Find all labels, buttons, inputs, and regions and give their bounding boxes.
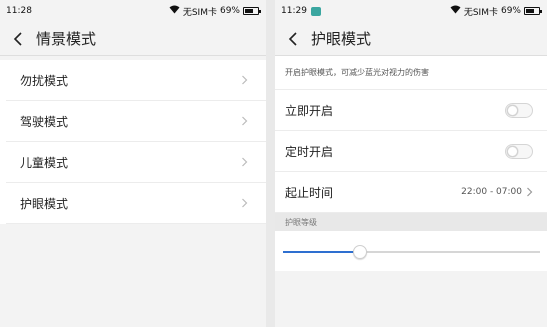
right-screen: 11:29 无SIM卡 69% 护眼模式 开启护眼模式，可减少蓝光对视力的伤害 …	[275, 0, 547, 327]
toggle-knob	[507, 145, 518, 157]
header: 情景模式	[0, 22, 266, 56]
menu-item-label: 勿扰模式	[20, 73, 69, 88]
wifi-icon	[169, 5, 180, 17]
eye-level-slider[interactable]	[275, 231, 547, 271]
setting-scheduled[interactable]: 定时开启	[275, 131, 547, 172]
menu-item-label: 儿童模式	[20, 155, 69, 170]
back-arrow-icon	[13, 31, 22, 46]
slider-track[interactable]	[283, 245, 540, 259]
back-button[interactable]	[275, 22, 311, 56]
status-bar: 11:28 无SIM卡 69%	[0, 0, 266, 22]
chevron-right-icon	[241, 157, 248, 167]
header: 护眼模式	[275, 22, 547, 56]
back-arrow-icon	[288, 31, 297, 46]
battery-fill	[526, 9, 535, 13]
menu-item-eye-care-mode[interactable]: 护眼模式	[6, 183, 266, 224]
enable-now-toggle[interactable]	[505, 102, 533, 118]
battery-fill	[245, 9, 254, 13]
toggle-knob	[507, 104, 518, 116]
time-range-text: 22:00 - 07:00	[461, 187, 522, 197]
time-range-value: 22:00 - 07:00	[461, 187, 533, 197]
setting-label: 立即开启	[285, 103, 334, 118]
eye-level-section-header: 护眼等级	[275, 213, 547, 231]
battery-percent: 69%	[500, 6, 521, 16]
wifi-icon	[450, 5, 461, 17]
setting-label: 定时开启	[285, 144, 334, 159]
setting-label: 起止时间	[285, 185, 334, 200]
scheduled-toggle[interactable]	[505, 143, 533, 159]
notification-badge-icon	[310, 6, 321, 16]
menu-item-label: 驾驶模式	[20, 114, 69, 129]
scene-mode-list: 勿扰模式 驾驶模式 儿童模式 护眼模式	[0, 60, 266, 224]
menu-item-label: 护眼模式	[20, 196, 69, 211]
status-time: 11:28	[6, 6, 32, 16]
battery-percent: 69%	[219, 6, 240, 16]
menu-item-driving-mode[interactable]: 驾驶模式	[6, 101, 266, 142]
slider-fill	[283, 251, 361, 253]
setting-time-range[interactable]: 起止时间 22:00 - 07:00	[275, 172, 547, 213]
status-bar: 11:29 无SIM卡 69%	[275, 0, 547, 22]
menu-item-do-not-disturb[interactable]: 勿扰模式	[6, 60, 266, 101]
menu-item-kids-mode[interactable]: 儿童模式	[6, 142, 266, 183]
carrier-text: 无SIM卡	[182, 7, 217, 18]
page-title: 情景模式	[36, 30, 97, 48]
back-button[interactable]	[0, 22, 36, 56]
setting-enable-now[interactable]: 立即开启	[275, 90, 547, 131]
status-time: 11:29	[281, 6, 307, 16]
chevron-right-icon	[241, 75, 248, 85]
slider-thumb[interactable]	[353, 245, 368, 259]
battery-icon	[243, 7, 261, 15]
chevron-right-icon	[241, 198, 248, 208]
battery-icon	[524, 7, 542, 15]
chevron-right-icon	[241, 116, 248, 126]
carrier-text: 无SIM卡	[463, 7, 498, 18]
left-screen: 11:28 无SIM卡 69% 情景模式 勿扰模式 驾驶模式 儿童模式 护眼模式	[0, 0, 266, 327]
page-title: 护眼模式	[311, 30, 372, 48]
chevron-right-icon	[526, 187, 533, 197]
feature-description: 开启护眼模式，可减少蓝光对视力的伤害	[275, 56, 547, 90]
